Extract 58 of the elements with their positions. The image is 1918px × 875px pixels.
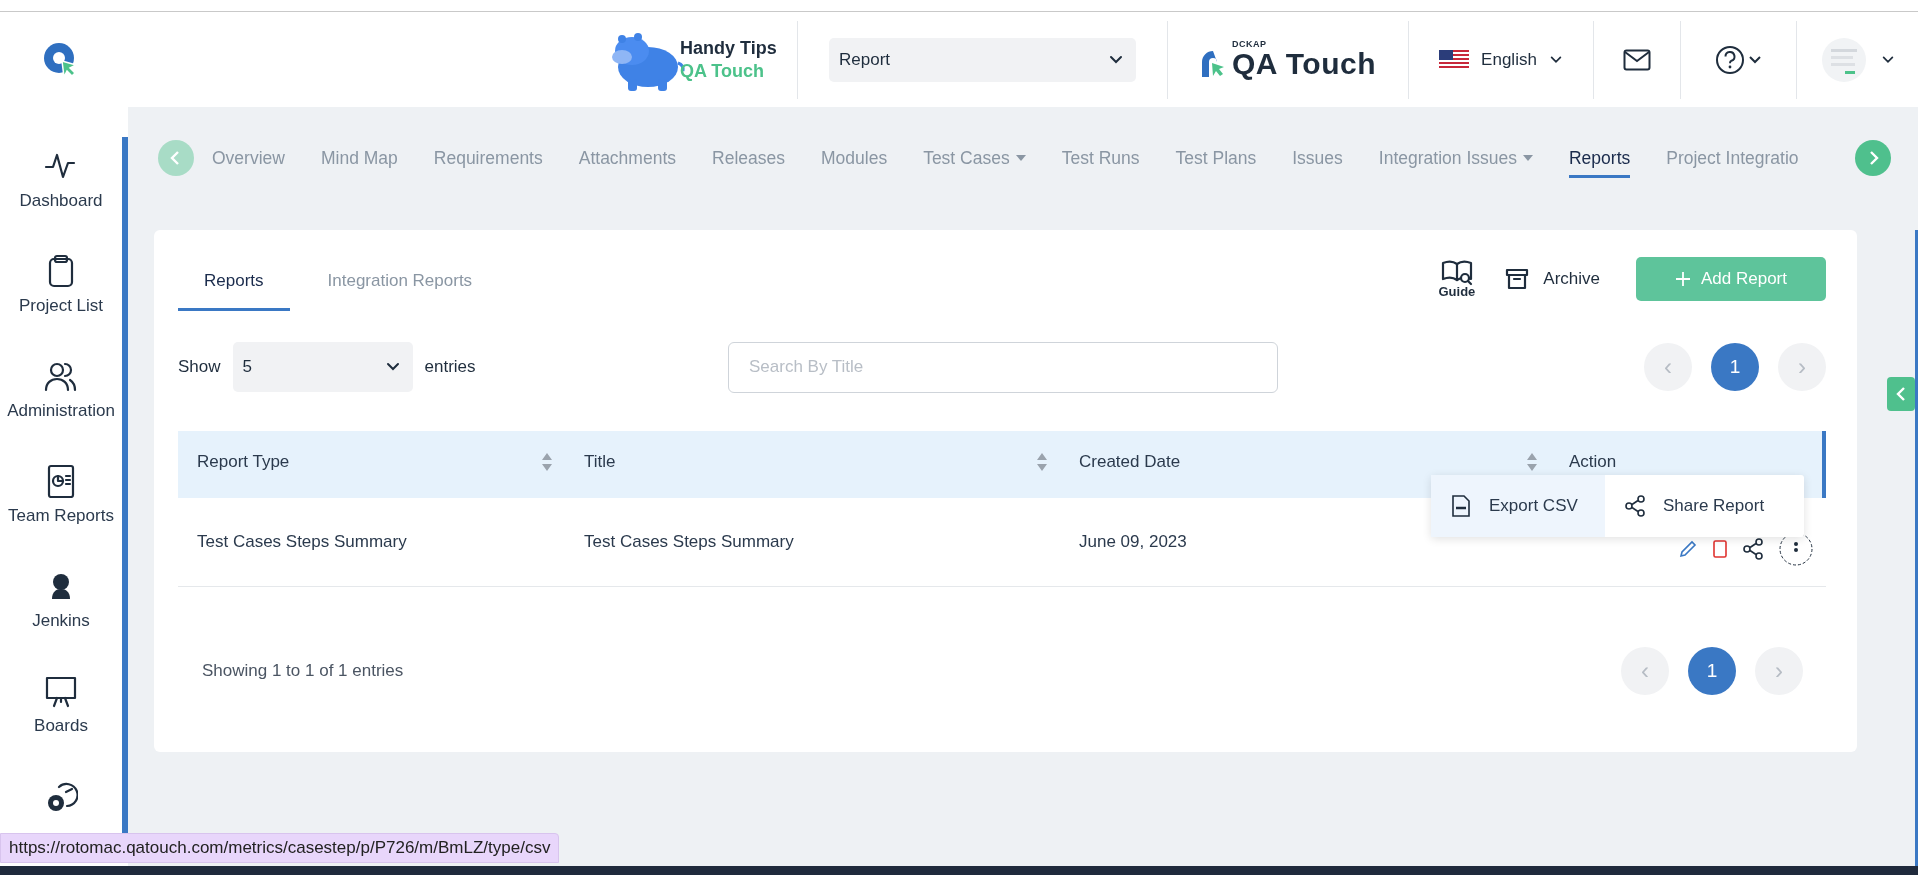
project-select[interactable]: Report <box>829 37 1136 82</box>
project-tab[interactable]: Requirements <box>433 138 543 178</box>
edit-pencil-icon[interactable] <box>1678 539 1698 559</box>
product-name: QA Touch <box>1232 49 1376 79</box>
menu-item[interactable]: Export CSV <box>1431 475 1605 537</box>
project-tab[interactable]: Project Integratio <box>1666 138 1799 178</box>
sidebar-item-label[interactable]: Project List <box>18 296 104 316</box>
page-size-select[interactable]: 5 <box>232 342 413 392</box>
tips-subtitle: QA Touch <box>680 59 765 83</box>
project-tab[interactable]: Overview <box>212 138 285 178</box>
book-search-icon[interactable] <box>1440 259 1473 286</box>
table-cell: Test Cases Steps Summary <box>197 532 407 552</box>
project-tab[interactable]: Test Plans <box>1175 138 1257 178</box>
tips-title: Handy Tips <box>680 36 777 60</box>
project-tab[interactable]: Issues <box>1292 138 1343 178</box>
sidebar-item-label[interactable]: Administration <box>7 401 115 421</box>
report-tab[interactable]: Integration Reports <box>301 247 499 311</box>
table-cell: June 09, 2023 <box>1079 532 1187 552</box>
project-tab[interactable]: Mind Map <box>320 138 398 178</box>
company-name: DCKAP <box>1232 40 1268 49</box>
logo-icon <box>1200 49 1226 79</box>
archive-button[interactable]: Archive <box>1505 268 1600 290</box>
sidebar-item-label[interactable]: Team Reports <box>8 506 114 526</box>
entries-summary: Showing 1 to 1 of 1 entries <box>202 661 404 681</box>
project-tab[interactable]: Test Cases <box>923 138 1026 178</box>
column-header[interactable]: Action <box>1569 451 1617 472</box>
share-icon <box>1623 494 1647 518</box>
sidebar-item-label[interactable]: Boards <box>34 716 88 736</box>
project-tab[interactable]: Attachments <box>578 138 676 178</box>
show-label: Show <box>178 357 221 377</box>
plus-icon <box>1675 271 1691 287</box>
page-button[interactable]: 1 <box>1711 343 1759 391</box>
report-tab[interactable]: Reports <box>178 247 290 311</box>
column-header[interactable]: Title <box>584 451 616 472</box>
table-cell: Test Cases Steps Summary <box>584 532 794 552</box>
delete-icon[interactable] <box>1712 539 1728 559</box>
share-icon[interactable] <box>1742 538 1764 560</box>
guide-label[interactable]: Guide <box>1438 283 1476 299</box>
link-preview-url: https://rotomac.qatouch.com/metrics/casestep/p/P726/m/BmLZ/type/csv <box>0 833 560 863</box>
sidebar-item-label[interactable]: Jenkins <box>32 611 90 631</box>
project-tab[interactable]: Modules <box>821 138 888 178</box>
archive-box-icon <box>1505 268 1530 290</box>
menu-item[interactable]: Share Report <box>1605 475 1783 537</box>
flag-icon <box>1439 49 1470 70</box>
column-header[interactable]: Created Date <box>1079 451 1181 472</box>
sidebar-item-label[interactable]: Dashboard <box>19 191 103 211</box>
page-button[interactable]: 1 <box>1688 647 1736 695</box>
entries-label: entries <box>424 357 476 377</box>
column-header[interactable]: Report Type <box>197 451 290 472</box>
help-icon[interactable] <box>1714 44 1763 75</box>
project-tab[interactable]: Reports <box>1568 138 1631 178</box>
mail-icon[interactable] <box>1623 48 1651 71</box>
language-select[interactable]: English <box>1439 49 1563 70</box>
project-tab[interactable]: Test Runs <box>1061 138 1140 178</box>
easel-board-icon[interactable] <box>44 674 78 708</box>
search-field[interactable]: Search By Title <box>728 341 1278 393</box>
project-tab[interactable]: Integration Issues <box>1378 138 1533 178</box>
project-tab[interactable]: Releases <box>712 138 785 178</box>
